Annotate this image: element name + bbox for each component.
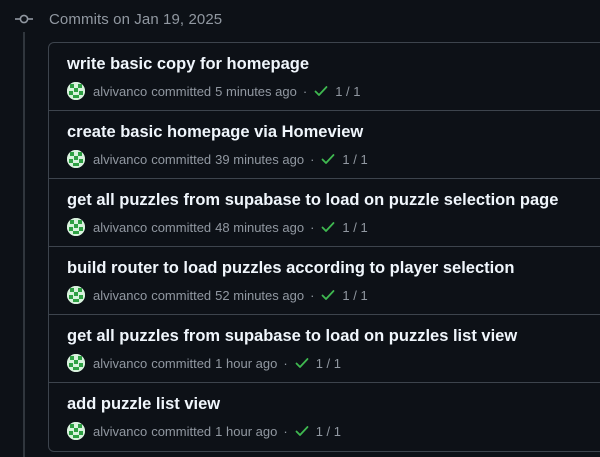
avatar[interactable]	[67, 422, 85, 440]
checks-status[interactable]: 1 / 1	[316, 356, 341, 371]
check-icon[interactable]	[294, 423, 310, 439]
checks-status[interactable]: 1 / 1	[342, 152, 367, 167]
commit-message-link[interactable]: write basic copy for homepage	[67, 55, 309, 74]
commit-row[interactable]: write basic copy for homepage alvivanco co…	[49, 43, 600, 111]
commit-time: 39 minutes ago	[215, 151, 305, 167]
meta-separator: ·	[283, 423, 288, 439]
commit-row[interactable]: get all puzzles from supabase to load on…	[49, 179, 600, 247]
meta-separator: ·	[302, 83, 308, 99]
commit-author-link[interactable]: alvivanco	[93, 424, 147, 439]
commit-message-link[interactable]: create basic homepage via Homeview	[67, 123, 363, 142]
commit-author-link[interactable]: alvivanco	[93, 220, 147, 235]
commit-message-link[interactable]: get all puzzles from supabase to load on…	[67, 191, 558, 210]
committed-label: committed	[151, 83, 212, 99]
avatar[interactable]	[67, 354, 85, 372]
commit-time: 5 minutes ago	[215, 83, 297, 99]
commit-message-link[interactable]: build router to load puzzles according t…	[67, 259, 514, 278]
git-commit-icon	[14, 9, 34, 29]
commit-author-link[interactable]: alvivanco	[93, 288, 147, 303]
checks-status[interactable]: 1 / 1	[342, 288, 367, 303]
check-icon[interactable]	[320, 287, 336, 303]
commit-group-title: Commits on Jan 19, 2025	[49, 10, 223, 28]
commit-time: 48 minutes ago	[215, 219, 305, 235]
commit-meta: alvivanco committed 52 minutes ago · 1 / 1	[67, 285, 368, 305]
commit-message-link[interactable]: get all puzzles from supabase to load on…	[67, 327, 517, 346]
commit-time: 52 minutes ago	[215, 287, 305, 303]
commit-meta: alvivanco committed 5 minutes ago · 1 / 1	[67, 81, 360, 101]
commit-meta: alvivanco committed 48 minutes ago · 1 / 1	[67, 217, 368, 237]
commit-row[interactable]: get all puzzles from supabase to load on…	[49, 315, 600, 383]
commit-time: 1 hour ago	[215, 355, 278, 371]
committed-label: committed	[151, 151, 212, 167]
checks-status[interactable]: 1 / 1	[342, 220, 367, 235]
check-icon[interactable]	[320, 151, 336, 167]
meta-separator: ·	[310, 219, 315, 235]
commit-author-link[interactable]: alvivanco	[93, 356, 147, 371]
commit-row[interactable]: create basic homepage via Homeview alviva…	[49, 111, 600, 179]
commit-row[interactable]: add puzzle list view alvivanco committed 1 …	[49, 383, 600, 451]
avatar[interactable]	[67, 150, 85, 168]
commit-author-link[interactable]: alvivanco	[93, 84, 147, 99]
commit-meta: alvivanco committed 1 hour ago · 1 / 1	[67, 353, 341, 373]
commit-list: write basic copy for homepage alvivanco co…	[48, 42, 600, 452]
checks-status[interactable]: 1 / 1	[335, 84, 360, 99]
commit-group-header: Commits on Jan 19, 2025	[14, 7, 222, 31]
avatar[interactable]	[67, 218, 85, 236]
checks-status[interactable]: 1 / 1	[316, 424, 341, 439]
meta-separator: ·	[310, 287, 315, 303]
commit-message-link[interactable]: add puzzle list view	[67, 395, 220, 414]
meta-separator: ·	[310, 151, 315, 167]
committed-label: committed	[151, 219, 212, 235]
commit-row[interactable]: build router to load puzzles according t…	[49, 247, 600, 315]
commit-author-link[interactable]: alvivanco	[93, 152, 147, 167]
committed-label: committed	[151, 287, 212, 303]
avatar[interactable]	[67, 82, 85, 100]
avatar[interactable]	[67, 286, 85, 304]
commit-meta: alvivanco committed 1 hour ago · 1 / 1	[67, 421, 341, 441]
timeline-line	[23, 32, 25, 457]
meta-separator: ·	[283, 355, 288, 371]
committed-label: committed	[151, 423, 212, 439]
check-icon[interactable]	[320, 219, 336, 235]
committed-label: committed	[151, 355, 212, 371]
commit-history-page: Commits on Jan 19, 2025 write basic copy…	[0, 0, 600, 457]
commit-time: 1 hour ago	[215, 423, 278, 439]
check-icon[interactable]	[313, 83, 329, 99]
commit-meta: alvivanco committed 39 minutes ago · 1 / 1	[67, 149, 368, 169]
check-icon[interactable]	[294, 355, 310, 371]
